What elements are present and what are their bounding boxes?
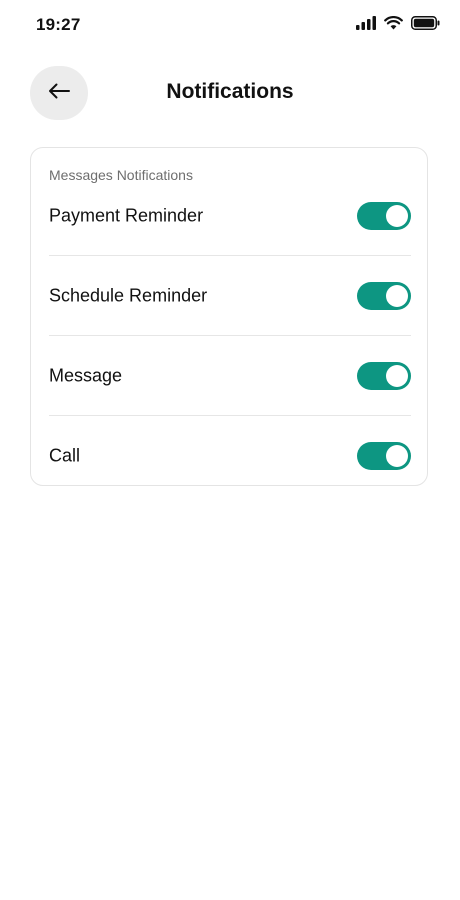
payment-reminder-toggle[interactable] bbox=[357, 202, 411, 230]
divider bbox=[49, 415, 411, 416]
toggle-knob bbox=[386, 205, 408, 227]
setting-row-payment-reminder: Payment Reminder bbox=[49, 196, 411, 236]
setting-row-schedule-reminder: Schedule Reminder bbox=[49, 276, 411, 316]
battery-icon bbox=[411, 16, 440, 30]
toggle-knob bbox=[386, 285, 408, 307]
setting-row-message: Message bbox=[49, 356, 411, 396]
toggle-knob bbox=[386, 445, 408, 467]
divider bbox=[49, 255, 411, 256]
status-bar: 19:27 bbox=[0, 0, 460, 50]
schedule-reminder-toggle[interactable] bbox=[357, 282, 411, 310]
setting-label: Schedule Reminder bbox=[49, 285, 208, 306]
section-title: Messages Notifications bbox=[49, 167, 193, 183]
page-title: Notifications bbox=[166, 80, 294, 103]
setting-row-call: Call bbox=[49, 436, 411, 476]
status-icons bbox=[356, 16, 440, 30]
wifi-icon bbox=[384, 16, 403, 30]
toggle-knob bbox=[386, 365, 408, 387]
setting-label: Call bbox=[49, 445, 81, 466]
call-toggle[interactable] bbox=[357, 442, 411, 470]
message-toggle[interactable] bbox=[357, 362, 411, 390]
notifications-card: Messages Notifications Payment Reminder … bbox=[30, 147, 428, 486]
divider bbox=[49, 335, 411, 336]
status-time: 19:27 bbox=[36, 15, 81, 34]
signal-icon bbox=[356, 16, 376, 30]
header: Notifications bbox=[0, 66, 460, 120]
setting-label: Message bbox=[49, 365, 123, 386]
setting-label: Payment Reminder bbox=[49, 205, 204, 226]
